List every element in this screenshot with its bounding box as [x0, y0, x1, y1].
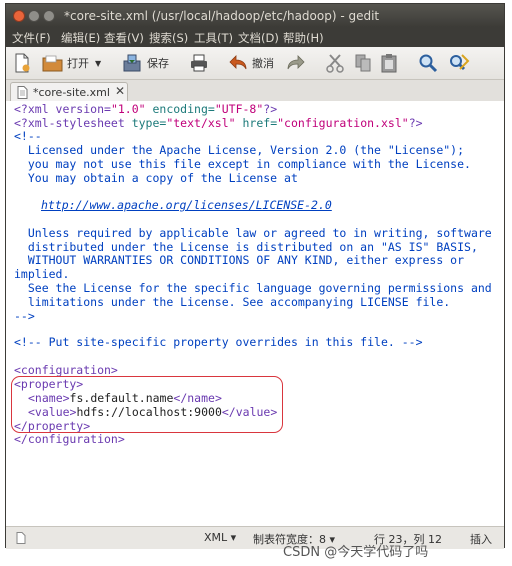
copy-icon	[355, 54, 371, 72]
search-magnifier-icon	[419, 54, 438, 73]
window-minimize-button[interactable]	[28, 10, 40, 22]
paste-clipboard-icon	[381, 54, 397, 73]
property-highlight-box	[11, 376, 283, 433]
editor-line: <!-- Put site-specific property override…	[14, 335, 423, 349]
title-bar: *core-site.xml (/usr/local/hadoop/etc/ha…	[6, 4, 504, 27]
paste-button[interactable]	[380, 53, 398, 73]
license-url-link[interactable]: http://www.apache.org/licenses/LICENSE-2…	[41, 198, 332, 212]
tab-core-site-xml[interactable]: *core-site.xml ✕	[10, 82, 128, 101]
new-document-button[interactable]	[14, 53, 30, 73]
editor-line: <?xml version="1.0" encoding="UTF-8"?>	[14, 102, 278, 116]
editor-line: <configuration>	[14, 363, 118, 377]
editor-line: <?xml-stylesheet type="text/xsl" href="c…	[14, 116, 423, 130]
scissors-icon	[326, 54, 344, 73]
redo-arrow-icon	[287, 55, 305, 70]
menu-tools[interactable]: 工具(T)	[194, 30, 233, 46]
open-dropdown-icon[interactable]: ▼	[95, 59, 101, 68]
watermark: CSDN @今天学代码了吗	[283, 545, 429, 560]
window-title: *core-site.xml (/usr/local/hadoop/etc/ha…	[64, 9, 380, 23]
editor-line: Unless required by applicable law or agr…	[14, 226, 492, 240]
editor-line: distributed under the License is distrib…	[14, 240, 478, 254]
editor-line: </configuration>	[14, 432, 125, 446]
text-editor[interactable]: <?xml version="1.0" encoding="UTF-8"?> <…	[6, 101, 504, 526]
document-tab-bar: *core-site.xml ✕	[6, 80, 504, 102]
open-label: 打开	[67, 57, 89, 70]
menu-search[interactable]: 搜索(S)	[149, 30, 188, 46]
editor-line: -->	[14, 309, 35, 323]
find-replace-icon	[450, 54, 470, 71]
menu-help[interactable]: 帮助(H)	[283, 30, 324, 46]
window-maximize-button[interactable]	[43, 10, 55, 22]
menu-file[interactable]: 文件(F)	[12, 30, 51, 46]
editor-line: you may not use this file except in comp…	[14, 157, 471, 171]
open-folder-icon	[42, 55, 63, 72]
editor-line: limitations under the License. See accom…	[14, 295, 451, 309]
menu-documents[interactable]: 文档(D)	[238, 30, 279, 46]
tab-close-icon[interactable]: ✕	[115, 84, 125, 98]
undo-button[interactable]: 撤消	[228, 53, 274, 73]
new-document-icon	[15, 53, 30, 73]
undo-label: 撤消	[252, 57, 274, 70]
menu-edit[interactable]: 编辑(E)	[61, 30, 100, 46]
find-button[interactable]	[418, 53, 438, 73]
save-button[interactable]: 保存	[122, 53, 169, 73]
save-label: 保存	[147, 57, 169, 70]
editor-line: See the License for the specific languag…	[14, 281, 492, 295]
text-document-icon	[17, 86, 28, 99]
document-icon	[16, 532, 26, 544]
print-button[interactable]	[189, 53, 209, 73]
status-bar: XML ▾ 制表符宽度：8 ▾ 行 23，列 12 插入	[6, 526, 504, 549]
toolbar: 打开 ▼ 保存 撤消	[6, 47, 504, 80]
editor-line: <!--	[14, 129, 42, 143]
menu-view[interactable]: 查看(V)	[104, 30, 144, 46]
insert-mode: 插入	[470, 533, 492, 546]
editor-line: implied.	[14, 267, 70, 281]
redo-button[interactable]	[286, 53, 306, 73]
save-icon	[123, 54, 141, 72]
editor-line: WITHOUT WARRANTIES OR CONDITIONS OF ANY …	[14, 253, 465, 267]
find-replace-button[interactable]	[448, 53, 470, 73]
window-close-button[interactable]	[13, 10, 25, 22]
printer-icon	[191, 54, 207, 72]
language-selector[interactable]: XML ▾	[204, 531, 236, 544]
tab-label: *core-site.xml	[33, 86, 110, 99]
gedit-window: *core-site.xml (/usr/local/hadoop/etc/ha…	[5, 3, 505, 549]
cut-button[interactable]	[326, 53, 344, 73]
open-button[interactable]: 打开 ▼	[42, 53, 101, 73]
copy-button[interactable]	[354, 53, 372, 73]
editor-line: You may obtain a copy of the License at	[14, 171, 298, 185]
undo-arrow-icon	[229, 55, 247, 70]
editor-line: Licensed under the Apache License, Versi…	[14, 143, 465, 157]
menu-bar: 文件(F) 编辑(E) 查看(V) 搜索(S) 工具(T) 文档(D) 帮助(H…	[6, 27, 504, 47]
